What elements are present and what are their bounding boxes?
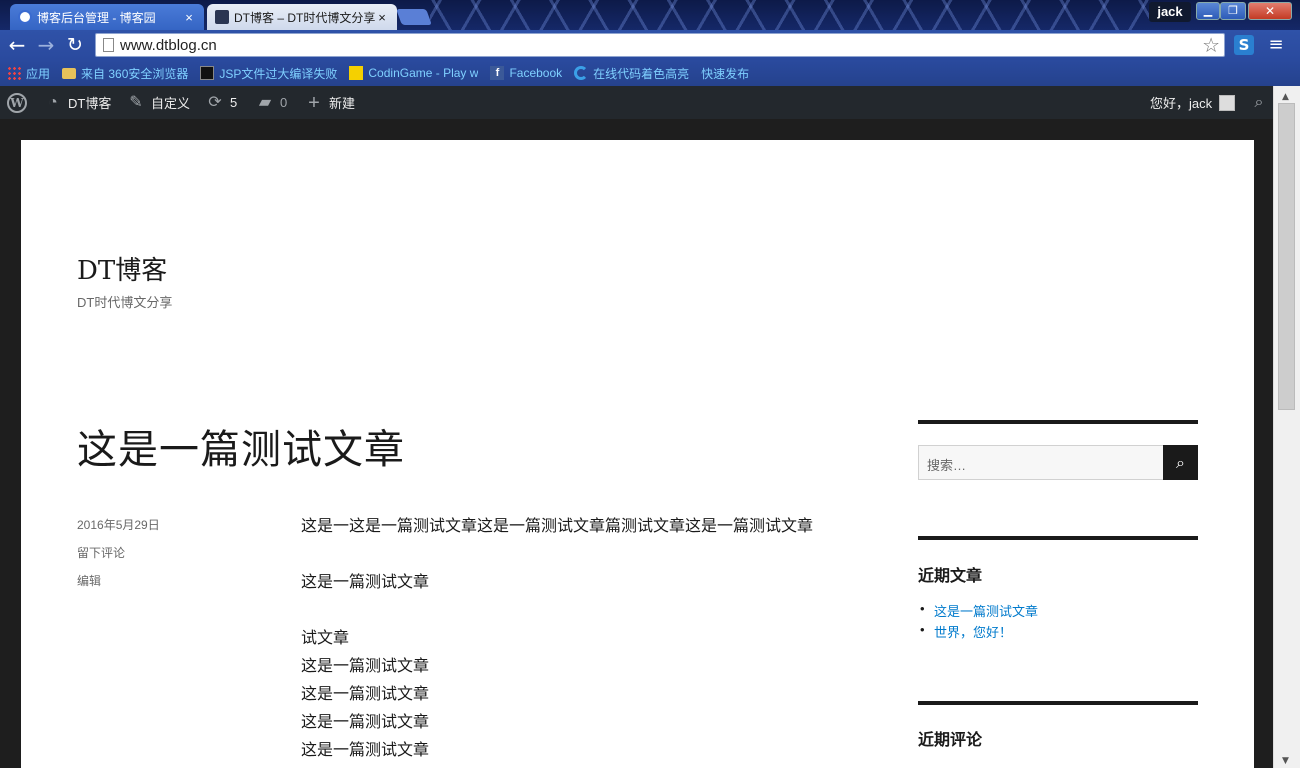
tab-close-icon[interactable]: × [375, 10, 389, 25]
plus-icon: + [308, 91, 320, 114]
c-icon [574, 66, 589, 80]
folder-icon [62, 67, 77, 79]
browser-titlebar: 博客后台管理 - 博客园 × DT博客 – DT时代博文分享 × jack ▁ … [0, 0, 1300, 30]
scroll-down-icon[interactable]: ▼ [1282, 756, 1289, 766]
maximize-button[interactable]: ❐ [1220, 2, 1246, 20]
tab-close-icon[interactable]: × [182, 10, 196, 25]
search-input[interactable]: 搜索… [918, 445, 1164, 480]
bookmark-label: JSP文件过大编译失败 [219, 66, 338, 81]
bookmark-quick-publish[interactable]: 快速发布 [21, 65, 750, 214]
bookmark-label: Facebook [509, 66, 563, 80]
page-scrollbar[interactable]: ▲ ▼ [1273, 86, 1300, 768]
tab-title: DT博客 – DT时代博文分享 [234, 10, 375, 25]
post-date[interactable]: 2016年5月29日 [77, 516, 160, 533]
bookmark-code-highlight[interactable]: 在线代码着色高亮 [574, 65, 689, 82]
tab-blog-admin[interactable]: 博客后台管理 - 博客园 × [10, 4, 204, 30]
titlebar-pattern [430, 0, 1150, 30]
updates-icon: ⟳ [208, 93, 222, 111]
post-content: 这是一这是一篇测试文章这是一篇测试文章篇测试文章这是一篇测试文章 这是一篇测试文… [301, 512, 861, 764]
greeting-label: 您好，jack [1150, 96, 1213, 111]
page-body: DT博客 DT时代博文分享 这是一篇测试文章 2016年5月29日 留下评论 编… [21, 140, 1254, 768]
brush-icon: ✎ [129, 93, 143, 111]
post-line: 这是一篇测试文章 [301, 740, 430, 759]
wordpress-logo-icon: W [7, 92, 27, 113]
site-name-button[interactable]: ◔ DT博客 [44, 86, 111, 119]
close-window-button[interactable]: ✕ [1248, 2, 1292, 20]
cnblogs-favicon-icon [18, 10, 32, 24]
edit-link[interactable]: 编辑 [77, 572, 101, 589]
post-paragraph: 这是一篇测试文章 [301, 572, 430, 591]
page-favicon-icon [215, 10, 229, 24]
comments-button[interactable]: ▰ 0 [256, 86, 287, 119]
bookmark-360-folder[interactable]: 来自 360安全浏览器 [62, 65, 188, 82]
wp-admin-bar: W ◔ DT博客 ✎ 自定义 ⟳ 5 ▰ 0 + 新建 您好，jack ⌕ [0, 86, 1300, 119]
post-line: 这是一篇测试文章 [301, 684, 430, 703]
bookmark-facebook[interactable]: f Facebook [490, 66, 562, 80]
bookmark-label: 在线代码着色高亮 [593, 66, 690, 81]
browser-toolbar: ← → ↻ www.dtblog.cn ☆ S ≡ [0, 30, 1300, 60]
recent-posts-title: 近期文章 [918, 568, 983, 585]
search-icon: ⌕ [1176, 453, 1185, 472]
scroll-up-icon[interactable]: ▲ [1282, 92, 1289, 102]
scrollbar-thumb[interactable] [1278, 103, 1295, 410]
site-title[interactable]: DT博客 [77, 250, 167, 287]
bookmark-codingame[interactable]: CodinGame - Play w [349, 66, 478, 80]
bookmark-label: 应用 [26, 66, 51, 81]
my-account-button[interactable]: 您好，jack [1150, 86, 1236, 119]
back-arrow-icon[interactable]: ← [6, 34, 28, 56]
codingame-icon [349, 66, 364, 80]
post-line: 试文章 [301, 628, 350, 647]
bookmark-label: 快速发布 [701, 66, 750, 81]
adminbar-search-icon[interactable]: ⌕ [1249, 93, 1269, 113]
recent-comments-title: 近期评论 [918, 732, 983, 749]
post-paragraph: 这是一这是一篇测试文章这是一篇测试文章篇测试文章这是一篇测试文章 [301, 516, 814, 535]
post-line: 这是一篇测试文章 [301, 656, 430, 675]
comments-count: 0 [280, 95, 288, 110]
new-tab-button[interactable] [396, 9, 432, 25]
bookmark-jsp[interactable]: JSP文件过大编译失败 [200, 65, 337, 82]
browser-menu-icon[interactable]: ≡ [1266, 34, 1286, 56]
tab-title: 博客后台管理 - 博客园 [37, 10, 156, 25]
bookmarks-bar: 应用 来自 360安全浏览器 JSP文件过大编译失败 CodinGame - P… [0, 60, 1300, 214]
bookmark-apps[interactable]: 应用 [7, 65, 50, 82]
leave-comment-link[interactable]: 留下评论 [77, 544, 125, 561]
post-line: 这是一篇测试文章 [301, 712, 430, 731]
address-url[interactable]: www.dtblog.cn [120, 37, 217, 54]
facebook-icon: f [490, 66, 505, 80]
recent-post-link[interactable]: 这是一篇测试文章 [918, 601, 1038, 622]
comment-bubble-icon: ▰ [258, 93, 272, 111]
widget-divider [918, 420, 1198, 424]
post-title: 这是一篇测试文章 [77, 427, 405, 473]
widget-divider [918, 701, 1198, 705]
site-name-label: DT博客 [68, 96, 112, 111]
recent-posts-list: 这是一篇测试文章 世界，您好！ [918, 601, 1038, 643]
new-label: 新建 [329, 96, 356, 111]
customize-button[interactable]: ✎ 自定义 [127, 86, 190, 119]
recent-post-link[interactable]: 世界，您好！ [918, 622, 1038, 643]
browser-user-badge[interactable]: jack [1149, 2, 1191, 22]
updates-button[interactable]: ⟳ 5 [206, 86, 237, 119]
tab-dtblog[interactable]: DT博客 – DT时代博文分享 × [207, 4, 397, 30]
bookmark-star-icon[interactable]: ☆ [1202, 34, 1220, 56]
customize-label: 自定义 [151, 96, 191, 111]
bookmark-label: CodinGame - Play w [368, 66, 479, 80]
new-content-button[interactable]: + 新建 [305, 86, 355, 119]
wp-logo-button[interactable]: W [7, 86, 27, 119]
site-description: DT时代博文分享 [77, 295, 173, 310]
forward-arrow-icon[interactable]: → [35, 34, 57, 56]
extension-s-icon[interactable]: S [1234, 35, 1254, 55]
reload-icon[interactable]: ↻ [64, 34, 86, 56]
apps-icon [7, 66, 21, 80]
updates-count: 5 [230, 95, 238, 110]
minimize-button[interactable]: ▁ [1196, 2, 1220, 20]
jsp-icon [200, 66, 215, 80]
widget-divider [918, 536, 1198, 540]
avatar [1219, 94, 1236, 111]
address-bar[interactable]: www.dtblog.cn ☆ [95, 33, 1225, 57]
search-submit-button[interactable]: ⌕ [1163, 445, 1198, 480]
page-icon [103, 38, 114, 52]
dashboard-icon: ◔ [48, 93, 58, 111]
bookmark-label: 来自 360安全浏览器 [81, 66, 189, 81]
